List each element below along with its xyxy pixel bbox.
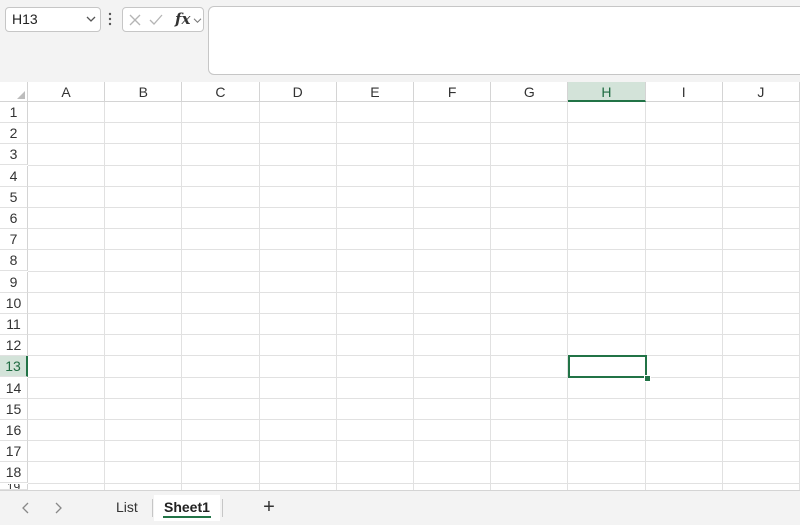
chevron-right-icon[interactable] bbox=[52, 501, 64, 515]
row-header-17[interactable]: 17 bbox=[0, 441, 28, 463]
gridline-horizontal bbox=[28, 291, 800, 293]
gridline-horizontal bbox=[28, 207, 800, 208]
row-header-6[interactable]: 6 bbox=[0, 208, 28, 229]
fill-handle[interactable] bbox=[644, 375, 651, 382]
tab-list[interactable]: List bbox=[106, 495, 148, 521]
column-header-a[interactable]: A bbox=[28, 82, 106, 102]
row-header-15[interactable]: 15 bbox=[0, 398, 28, 420]
more-options-icon[interactable] bbox=[107, 12, 113, 26]
select-all-button[interactable] bbox=[0, 82, 28, 102]
gridline-horizontal bbox=[28, 164, 800, 166]
gridline-horizontal bbox=[28, 397, 800, 399]
row-header-2[interactable]: 2 bbox=[0, 123, 28, 145]
column-header-d[interactable]: D bbox=[259, 82, 337, 102]
column-header-g[interactable]: G bbox=[491, 82, 569, 102]
column-header-c[interactable]: C bbox=[182, 82, 260, 102]
row-header-19[interactable]: 19 bbox=[0, 483, 28, 490]
row-header-13[interactable]: 13 bbox=[0, 356, 28, 378]
row-header-9[interactable]: 9 bbox=[0, 271, 28, 293]
chevron-left-icon[interactable] bbox=[20, 501, 32, 515]
row-header-5[interactable]: 5 bbox=[0, 186, 28, 208]
gridline-horizontal bbox=[28, 440, 800, 442]
row-header-4[interactable]: 4 bbox=[0, 165, 28, 187]
check-icon[interactable] bbox=[149, 14, 163, 26]
row-header-18[interactable]: 18 bbox=[0, 462, 28, 484]
tab-label: List bbox=[116, 499, 138, 515]
add-sheet-button[interactable]: + bbox=[259, 495, 279, 519]
gridline-vertical bbox=[104, 102, 106, 490]
row-header-7[interactable]: 7 bbox=[0, 229, 28, 251]
column-header-e[interactable]: E bbox=[336, 82, 414, 102]
active-tab-indicator bbox=[163, 516, 211, 518]
row-header-12[interactable]: 12 bbox=[0, 335, 28, 357]
formula-input[interactable] bbox=[208, 6, 800, 75]
tab-divider bbox=[152, 499, 153, 517]
gridline-horizontal bbox=[28, 270, 800, 272]
row-header-1[interactable]: 1 bbox=[0, 102, 28, 123]
gridline-horizontal bbox=[28, 376, 800, 378]
gridline-horizontal bbox=[28, 185, 800, 187]
gridline-vertical bbox=[413, 102, 414, 490]
gridline-horizontal bbox=[28, 228, 800, 230]
gridline-horizontal bbox=[28, 461, 800, 463]
gridline-vertical bbox=[567, 102, 569, 490]
row-header-8[interactable]: 8 bbox=[0, 250, 28, 272]
gridline-vertical bbox=[490, 102, 492, 490]
gridline-horizontal bbox=[28, 482, 800, 484]
gridline-horizontal bbox=[28, 122, 800, 124]
gridline-vertical bbox=[335, 102, 337, 490]
column-header-b[interactable]: B bbox=[105, 82, 183, 102]
sheet-tab-bar: List Sheet1 + bbox=[0, 490, 800, 525]
row-header-11[interactable]: 11 bbox=[0, 314, 28, 335]
gridline-vertical bbox=[644, 102, 646, 490]
row-header-14[interactable]: 14 bbox=[0, 377, 28, 399]
column-header-f[interactable]: F bbox=[414, 82, 492, 102]
x-icon[interactable] bbox=[129, 14, 141, 26]
tab-label: Sheet1 bbox=[164, 499, 210, 515]
chevron-down-icon[interactable] bbox=[193, 17, 202, 24]
tab-sheet1[interactable]: Sheet1 bbox=[154, 495, 220, 521]
column-header-h[interactable]: H bbox=[568, 82, 646, 102]
insert-function-button[interactable]: fx bbox=[175, 10, 190, 28]
row-header-10[interactable]: 10 bbox=[0, 292, 28, 314]
gridline-vertical bbox=[181, 102, 183, 490]
gridline-horizontal bbox=[28, 334, 800, 336]
name-box[interactable]: H13 bbox=[5, 7, 101, 32]
formula-bar: H13 fx bbox=[0, 0, 800, 82]
gridline-horizontal bbox=[28, 143, 800, 145]
gridline-horizontal bbox=[28, 249, 800, 251]
cell-grid[interactable] bbox=[28, 102, 800, 490]
tab-divider bbox=[222, 499, 223, 517]
gridline-horizontal bbox=[28, 419, 800, 420]
name-box-value: H13 bbox=[12, 11, 38, 27]
formula-controls: fx bbox=[122, 7, 204, 32]
column-header-j[interactable]: J bbox=[722, 82, 800, 102]
gridline-horizontal bbox=[28, 313, 800, 314]
gridline-vertical bbox=[721, 102, 723, 490]
gridline-vertical bbox=[258, 102, 260, 490]
row-header-16[interactable]: 16 bbox=[0, 420, 28, 441]
selected-cell[interactable] bbox=[568, 355, 647, 378]
gridline-horizontal bbox=[28, 355, 800, 357]
column-header-i[interactable]: I bbox=[645, 82, 723, 102]
chevron-down-icon[interactable] bbox=[86, 15, 96, 23]
row-header-3[interactable]: 3 bbox=[0, 144, 28, 166]
